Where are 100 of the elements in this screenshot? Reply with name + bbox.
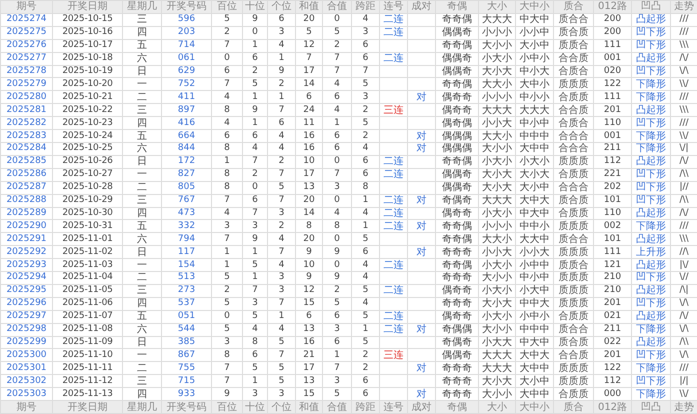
prime-composite: 质合合 <box>554 232 594 246</box>
big-small: 大大小 <box>478 232 516 246</box>
issue-link[interactable]: 2025297 <box>0 310 52 324</box>
number: 844 <box>162 142 212 156</box>
weekday: 日 <box>122 155 162 168</box>
issue-link[interactable]: 2025302 <box>0 374 52 388</box>
trend-pattern: \/| <box>670 142 697 156</box>
route-012: 021 <box>594 310 632 324</box>
big-small: 小大小 <box>478 155 516 168</box>
prime-composite: 质合质 <box>554 194 594 207</box>
shape-pattern: 凹下形 <box>632 374 670 388</box>
issue-link[interactable]: 2025292 <box>0 246 52 259</box>
date: 2025-11-07 <box>52 310 122 324</box>
big-small: 大小小 <box>478 39 516 52</box>
big-mid-small: 中小中 <box>516 116 554 130</box>
issue-link[interactable]: 2025283 <box>0 130 52 142</box>
big-mid-small: 大小中 <box>516 374 554 388</box>
route-012: 002 <box>594 220 632 233</box>
issue-link[interactable]: 2025299 <box>0 336 52 349</box>
issue-link[interactable]: 2025286 <box>0 168 52 182</box>
issue-link[interactable]: 2025301 <box>0 362 52 375</box>
number: 664 <box>162 130 212 142</box>
prime-composite: 合合质 <box>554 348 594 362</box>
issue-link[interactable]: 2025284 <box>0 142 52 156</box>
digit: 6 <box>242 348 268 362</box>
sum: 11 <box>296 116 322 130</box>
trend-pattern: /// <box>670 220 697 233</box>
issue-link[interactable]: 2025296 <box>0 297 52 310</box>
issue-link[interactable]: 2025293 <box>0 258 52 272</box>
number: 629 <box>162 65 212 78</box>
issue-link[interactable]: 2025295 <box>0 284 52 298</box>
route-012: 101 <box>594 194 632 207</box>
number: 544 <box>162 323 212 336</box>
digit: 4 <box>268 232 296 246</box>
odd-even: 奇奇偶 <box>436 155 478 168</box>
sum-tail: 3 <box>322 181 352 194</box>
digit: 1 <box>268 310 296 324</box>
issue-link[interactable]: 2025276 <box>0 39 52 52</box>
issue-link[interactable]: 2025300 <box>0 348 52 362</box>
trend-pattern: \/\ <box>670 323 697 336</box>
big-small: 大大大 <box>478 13 516 26</box>
issue-link[interactable]: 2025282 <box>0 116 52 130</box>
digit: 6 <box>242 52 268 66</box>
issue-link[interactable]: 2025279 <box>0 78 52 91</box>
route-012: 201 <box>594 348 632 362</box>
digit: 0 <box>212 310 242 324</box>
span-value: 5 <box>352 284 380 298</box>
digit: 7 <box>268 168 296 182</box>
sum: 7 <box>296 52 322 66</box>
date: 2025-11-08 <box>52 323 122 336</box>
shape-pattern: 凸起形 <box>632 13 670 26</box>
issue-link[interactable]: 2025274 <box>0 13 52 26</box>
column-header: 大小 <box>478 0 516 14</box>
column-header: 开奖日期 <box>52 400 122 414</box>
issue-link[interactable]: 2025289 <box>0 207 52 220</box>
issue-link[interactable]: 2025290 <box>0 220 52 233</box>
issue-link[interactable]: 2025298 <box>0 323 52 336</box>
issue-link[interactable]: 2025280 <box>0 90 52 104</box>
number: 715 <box>162 374 212 388</box>
issue-link[interactable]: 2025277 <box>0 52 52 66</box>
digit: 7 <box>212 362 242 375</box>
big-small: 小小大 <box>478 116 516 130</box>
issue-link[interactable]: 2025281 <box>0 104 52 117</box>
issue-link[interactable]: 2025291 <box>0 232 52 246</box>
digit: 5 <box>212 272 242 284</box>
issue-link[interactable]: 2025285 <box>0 155 52 168</box>
weekday: 三 <box>122 13 162 26</box>
span-value: 3 <box>352 90 380 104</box>
big-mid-small: 小大小 <box>516 155 554 168</box>
issue-link[interactable]: 2025287 <box>0 181 52 194</box>
sum: 10 <box>296 155 322 168</box>
weekday: 一 <box>122 168 162 182</box>
prime-composite: 合合合 <box>554 142 594 156</box>
digit: 3 <box>242 220 268 233</box>
sum-tail: 4 <box>322 207 352 220</box>
prime-composite: 合质质 <box>554 310 594 324</box>
issue-link[interactable]: 2025278 <box>0 65 52 78</box>
odd-even: 偶偶奇 <box>436 26 478 40</box>
issue-link[interactable]: 2025288 <box>0 194 52 207</box>
big-small: 小大小 <box>478 310 516 324</box>
digit: 5 <box>212 297 242 310</box>
digit: 0 <box>242 26 268 40</box>
odd-even: 偶奇奇 <box>436 90 478 104</box>
issue-link[interactable]: 2025275 <box>0 26 52 40</box>
trend-pattern: \/\ <box>670 65 697 78</box>
span-value: 6 <box>352 39 380 52</box>
odd-even: 奇奇奇 <box>436 362 478 375</box>
route-012: 110 <box>594 207 632 220</box>
issue-link[interactable]: 2025294 <box>0 272 52 284</box>
route-012: 200 <box>594 26 632 40</box>
digit: 4 <box>212 90 242 104</box>
column-header: 大小 <box>478 400 516 414</box>
digit: 1 <box>212 258 242 272</box>
span-value: 4 <box>352 297 380 310</box>
shape-pattern: 下降形 <box>632 142 670 156</box>
date: 2025-10-23 <box>52 116 122 130</box>
digit: 3 <box>268 272 296 284</box>
trend-pattern: \// <box>670 272 697 284</box>
digit: 1 <box>242 90 268 104</box>
shape-pattern: 凹下形 <box>632 272 670 284</box>
